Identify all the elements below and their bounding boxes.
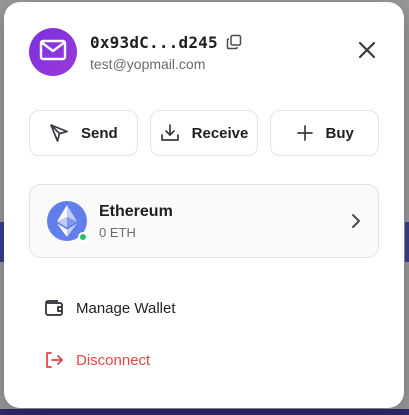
- wallet-address: 0x93dC...d245: [90, 32, 218, 52]
- wallet-icon: [44, 299, 64, 317]
- background-fragment: [0, 409, 409, 415]
- buy-button[interactable]: Buy: [270, 110, 380, 156]
- asset-card-ethereum[interactable]: Ethereum 0 ETH: [29, 184, 379, 258]
- close-button[interactable]: [355, 40, 379, 64]
- background-fragment: [405, 222, 409, 262]
- token-info: Ethereum 0 ETH: [99, 203, 173, 240]
- send-label: Send: [80, 124, 118, 142]
- plus-icon: [296, 124, 314, 142]
- chevron-right-icon: [351, 213, 361, 229]
- wallet-modal: 0x93dC...d245 test@yopmail.com Send Rece…: [4, 2, 404, 408]
- disconnect-button[interactable]: Disconnect: [44, 351, 150, 369]
- token-name: Ethereum: [99, 202, 173, 220]
- mail-icon: [39, 39, 67, 66]
- buy-label: Buy: [325, 124, 354, 142]
- token-balance: 0 ETH: [99, 224, 136, 240]
- account-info: 0x93dC...d245 test@yopmail.com: [90, 33, 242, 72]
- account-header: 0x93dC...d245 test@yopmail.com: [29, 26, 379, 78]
- manage-wallet-button[interactable]: Manage Wallet: [44, 299, 176, 317]
- action-buttons: Send Receive Buy: [29, 110, 380, 156]
- ethereum-icon: [47, 201, 88, 242]
- send-icon: [49, 123, 69, 143]
- receive-button[interactable]: Receive: [149, 110, 259, 156]
- download-icon: [160, 123, 180, 143]
- send-button[interactable]: Send: [29, 110, 138, 156]
- close-icon: [358, 41, 376, 64]
- avatar: [29, 28, 77, 76]
- logout-icon: [44, 351, 64, 369]
- account-email: test@yopmail.com: [90, 55, 206, 72]
- disconnect-label: Disconnect: [76, 351, 151, 369]
- copy-icon[interactable]: [226, 34, 242, 50]
- status-dot: [78, 232, 88, 242]
- receive-label: Receive: [191, 124, 249, 142]
- manage-wallet-label: Manage Wallet: [76, 299, 176, 317]
